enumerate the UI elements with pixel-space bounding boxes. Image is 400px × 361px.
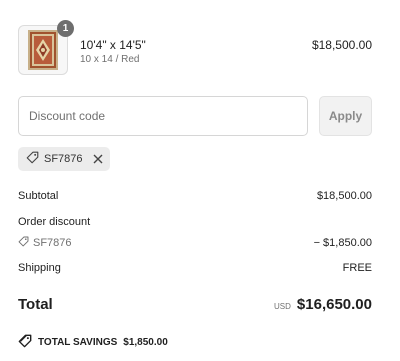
quantity-badge: 1 [57, 20, 74, 37]
currency-code: USD [274, 302, 291, 311]
total-savings: TOTAL SAVINGS $1,850.00 [18, 334, 168, 351]
discount-code-label: SF7876 [33, 237, 72, 249]
subtotal-label: Subtotal [18, 190, 59, 202]
tag-icon [18, 236, 29, 250]
applied-discount-code: SF7876 [44, 153, 83, 165]
rug-image [28, 30, 58, 70]
subtotal-value: $18,500.00 [316, 190, 372, 202]
product-name: 10'4" x 14'5" [80, 38, 146, 52]
total-savings-value: $1,850.00 [123, 337, 168, 348]
apply-button[interactable]: Apply [319, 96, 372, 136]
shipping-value: FREE [342, 262, 372, 274]
discount-value: − $1,850.00 [313, 237, 372, 249]
shipping-row: Shipping FREE [18, 262, 372, 274]
total-savings-label: TOTAL SAVINGS [38, 337, 118, 348]
discount-code-input[interactable] [18, 96, 308, 136]
tag-icon [26, 151, 39, 167]
shipping-label: Shipping [18, 262, 61, 274]
order-discount-row: Order discount [18, 216, 372, 228]
product-price: $18,500.00 [311, 38, 372, 52]
order-discount-label: Order discount [18, 216, 91, 228]
subtotal-row: Subtotal $18,500.00 [18, 190, 372, 202]
applied-discount-chip: SF7876 [18, 147, 110, 171]
product-variant: 10 x 14 / Red [80, 54, 140, 65]
total-value: $16,650.00 [296, 296, 372, 313]
total-amount-group: USD $16,650.00 [274, 296, 372, 313]
price-tag-icon [18, 334, 32, 351]
total-label: Total [18, 296, 53, 313]
discount-code-row: SF7876 − $1,850.00 [18, 236, 372, 250]
close-icon[interactable] [93, 154, 103, 164]
